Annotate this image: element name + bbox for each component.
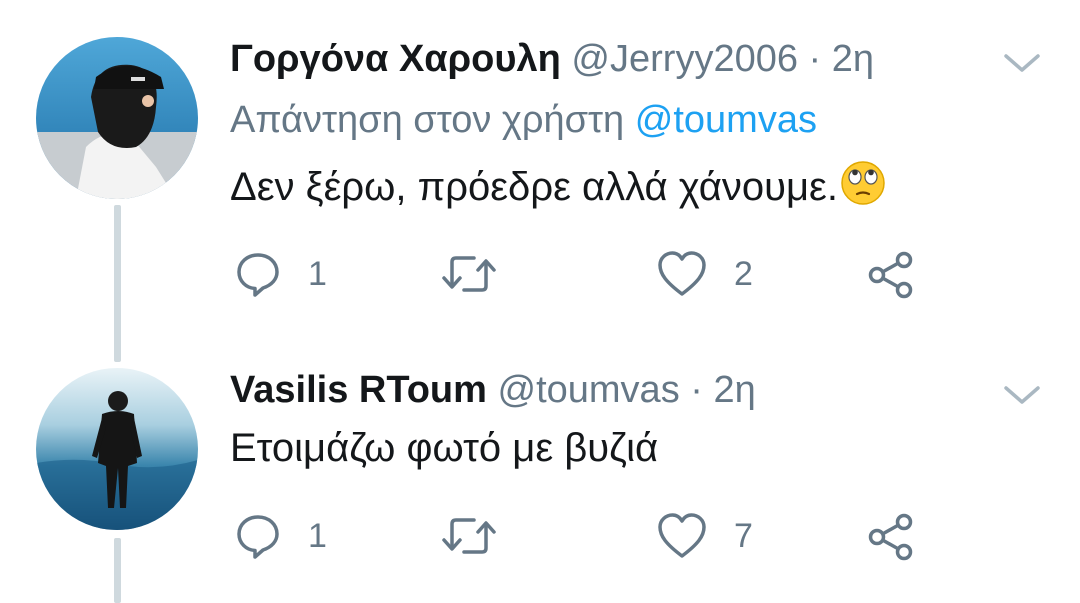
tweet-text: Δεν ξέρω, πρόεδρε αλλά χάνουμε. — [230, 160, 886, 211]
reply-count: 1 — [308, 254, 327, 293]
user-handle[interactable]: @toumvas — [498, 369, 680, 411]
like-count: 7 — [734, 516, 753, 555]
timestamp[interactable]: 2η — [713, 369, 755, 411]
retweet-icon — [440, 252, 498, 296]
like-button[interactable]: 7 — [656, 512, 753, 560]
share-icon — [866, 250, 916, 300]
timestamp[interactable]: 2η — [832, 38, 874, 80]
retweet-icon — [440, 514, 498, 558]
avatar[interactable] — [36, 37, 198, 199]
tweet-body: Δεν ξέρω, πρόεδρε αλλά χάνουμε. — [230, 165, 838, 209]
reply-button[interactable]: 1 — [234, 512, 327, 560]
separator: · — [690, 369, 703, 411]
reply-count: 1 — [308, 516, 327, 555]
reply-icon — [234, 250, 282, 298]
chevron-down-icon[interactable] — [1000, 48, 1044, 78]
reply-icon — [234, 512, 282, 560]
chevron-down-icon[interactable] — [1000, 380, 1044, 410]
user-handle[interactable]: @Jerryy2006 — [571, 38, 798, 80]
like-button[interactable]: 2 — [656, 250, 753, 298]
avatar[interactable] — [36, 368, 198, 530]
thread-line-2 — [114, 538, 121, 603]
reply-context: Απάντηση στον χρήστη @toumvas — [230, 98, 817, 142]
retweet-button[interactable] — [440, 252, 524, 296]
heart-icon — [656, 250, 708, 298]
reply-prefix: Απάντηση στον χρήστη — [230, 99, 625, 141]
reply-button[interactable]: 1 — [234, 250, 327, 298]
tweet-header: Γοργόνα Χαρουλη @Jerryy2006 · 2η — [230, 37, 874, 81]
share-icon — [866, 512, 916, 562]
tweet-header: Vasilis RToum @toumvas · 2η — [230, 368, 756, 412]
like-count: 2 — [734, 254, 753, 293]
display-name[interactable]: Vasilis RToum — [230, 369, 487, 411]
separator: · — [808, 38, 822, 80]
tweet-body: Ετοιμάζω φωτό με βυζιά — [230, 426, 659, 470]
reply-mention-link[interactable]: @toumvas — [635, 99, 817, 141]
thread-line-1 — [114, 205, 121, 362]
heart-icon — [656, 512, 708, 560]
eye-roll-emoji — [840, 160, 886, 206]
share-button[interactable] — [866, 512, 916, 562]
display-name[interactable]: Γοργόνα Χαρουλη — [230, 38, 561, 80]
tweet-text: Ετοιμάζω φωτό με βυζιά — [230, 424, 658, 472]
share-button[interactable] — [866, 250, 916, 300]
retweet-button[interactable] — [440, 514, 524, 558]
